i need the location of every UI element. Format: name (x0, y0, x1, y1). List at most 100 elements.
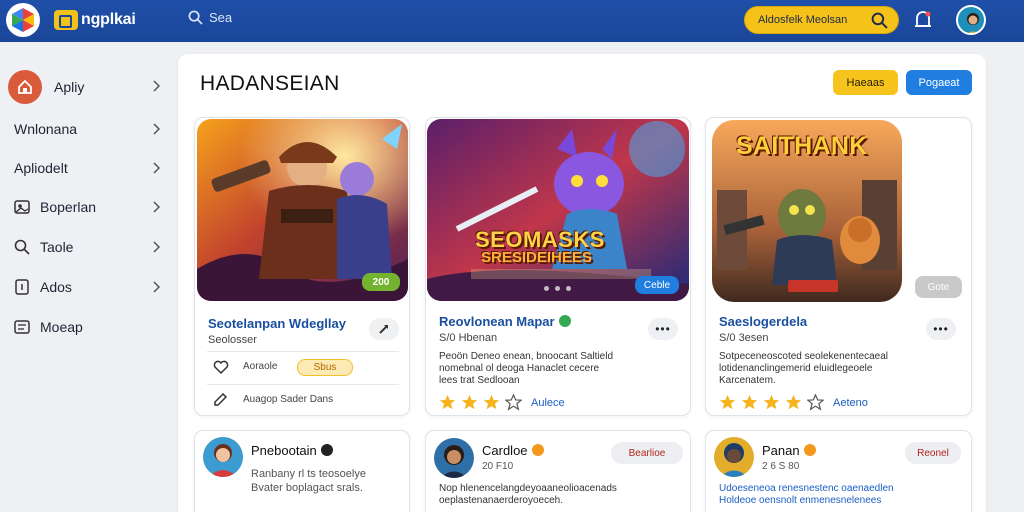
desc-line: oeplastenanaerderoyoeceh. (439, 495, 563, 506)
chevron-right-icon (153, 162, 160, 174)
sidebar-item-label: Ados (40, 279, 72, 295)
primary-yellow-button[interactable]: Haeaas (833, 70, 898, 95)
rating-label: Aulece (531, 396, 565, 409)
star-icon (483, 394, 500, 410)
follow-button[interactable]: Bearlioe (611, 442, 683, 464)
game-description: Peoön Deneo enean, bnoocant Saltield nom… (439, 351, 679, 387)
sidebar-item-apliodelt[interactable]: Apliodelt (14, 150, 166, 186)
chevron-right-icon (153, 241, 160, 253)
search-icon[interactable] (871, 12, 888, 29)
game-title[interactable]: Saeslogerdela (719, 314, 807, 329)
search-pill-text: Aldosfelk Meolsan (758, 14, 848, 26)
search-icon (14, 239, 30, 255)
edit-icon[interactable] (212, 392, 228, 408)
chevron-right-icon (153, 201, 160, 213)
sidebar-item-moeap[interactable]: Moeap (13, 309, 166, 345)
star-icon (719, 394, 736, 410)
sidebar-item-label: Taole (40, 239, 74, 255)
sidebar-item-wnlonana[interactable]: Wnlonana (14, 111, 166, 147)
tag[interactable]: Sbus (297, 359, 353, 376)
user-card[interactable]: Pnebootain Ranbany rl ts teosoelye Bvate… (194, 430, 410, 512)
brand-mark-icon (54, 10, 78, 30)
game-card[interactable]: SAITHANK Gote Saeslogerdela S/0 3esen ••… (705, 117, 972, 416)
sidebar: Apliy Wnlonana Apliodelt Boperlan Taole … (0, 42, 172, 512)
game-art[interactable]: SEOMASKS SRESIDEIHEES Ceble (427, 119, 689, 301)
game-badge: 200 (362, 273, 400, 291)
user-name[interactable]: Panan (762, 443, 816, 458)
desc-line: Karcenatem. (719, 375, 776, 386)
chevron-right-icon (153, 123, 160, 135)
notification-icon[interactable] (912, 9, 934, 31)
user-avatar[interactable] (956, 5, 986, 35)
user-name[interactable]: Pnebootain (251, 443, 333, 458)
bio-line: Ranbany rl ts teosoelye (251, 468, 366, 480)
game-card[interactable]: SEOMASKS SRESIDEIHEES Ceble Reovlonean M… (425, 117, 691, 416)
desc-line: Sotpeceneoscoted seolekenentecaeal (719, 351, 889, 362)
chevron-right-icon (153, 281, 160, 293)
game-card[interactable]: 200 Seotelanpan Wdegllay Seolosser Aorao… (194, 117, 410, 416)
verified-icon (531, 444, 544, 456)
top-bar: ngplkai Sea Aldosfelk Meolsan (0, 0, 1024, 42)
sidebar-item-label: Wnlonana (14, 121, 78, 137)
desc-line: nomebnal ol deoga Hanaclet cecere (439, 363, 600, 374)
desc-line: Nop hlenencelangdeyoaaneolioacenads (439, 483, 617, 494)
heart-icon[interactable] (213, 359, 229, 375)
top-search[interactable]: Sea (188, 10, 232, 25)
avatar[interactable] (714, 437, 754, 477)
gallery-icon (14, 200, 30, 214)
brand[interactable]: ngplkai (54, 10, 136, 30)
divider (207, 351, 399, 352)
star-icon (439, 394, 456, 410)
game-art[interactable]: SAITHANK (712, 120, 902, 302)
user-name[interactable]: Cardloe (482, 443, 544, 458)
desc-line: Udoeseneoa renesnestenc oaenaedlen (719, 483, 894, 494)
sidebar-item-label: Moeap (40, 319, 83, 335)
user-card[interactable]: Panan 2 6 S 80 Reonel Udoeseneoa renesne… (705, 430, 972, 512)
art-title: SAITHANK (736, 132, 868, 160)
sidebar-item-label: Boperlan (40, 199, 97, 215)
user-description: Nop hlenencelangdeyoaaneolioacenads oepl… (439, 483, 684, 507)
art-title: SRESIDEIHEES (481, 249, 592, 266)
game-title[interactable]: Reovlonean Mapar (439, 314, 571, 329)
verified-icon (320, 444, 333, 456)
card-row-label: Auagop Sader Dans (243, 394, 334, 405)
star-icon (741, 394, 758, 410)
desc-line: Peoön Deneo enean, bnoocant Saltield (439, 351, 614, 362)
carousel-dots[interactable] (544, 286, 571, 291)
star-outline-icon (505, 394, 522, 411)
sidebar-item-apliy[interactable]: Apliy (8, 68, 166, 106)
bio-line: Bvater boplagact srals. (251, 482, 363, 494)
avatar[interactable] (203, 437, 243, 477)
more-options-icon[interactable]: ••• (648, 318, 678, 340)
app-logo-icon[interactable] (6, 3, 40, 37)
divider (207, 384, 399, 385)
primary-blue-button[interactable]: Pogaeat (906, 70, 972, 95)
game-subtitle: Seolosser (208, 334, 257, 346)
user-card[interactable]: Cardloe 20 F10 Bearlioe Nop hlenencelang… (425, 430, 691, 512)
search-input[interactable]: Aldosfelk Meolsan (744, 6, 899, 34)
sidebar-item-label: Apliodelt (14, 160, 68, 176)
game-badge: Gote (915, 276, 962, 298)
chevron-right-icon (153, 80, 160, 92)
search-icon (188, 10, 203, 25)
main-panel: HADANSEIAN Haeaas Pogaeat 200 Seotelanpa… (178, 54, 986, 512)
verified-icon (803, 444, 816, 456)
verified-icon (558, 315, 571, 327)
game-title[interactable]: Seotelanpan Wdegllay (208, 316, 346, 331)
more-options-icon[interactable]: ••• (926, 318, 956, 340)
sidebar-item-ados[interactable]: Ados (13, 269, 166, 305)
follow-button[interactable]: Reonel (905, 442, 961, 464)
sidebar-item-boperlan[interactable]: Boperlan (13, 189, 166, 225)
rating-label: Aeteno (833, 396, 868, 409)
user-meta: 20 F10 (482, 461, 514, 472)
user-meta: 2 6 S 80 (762, 461, 800, 472)
avatar[interactable] (434, 438, 474, 478)
star-rating[interactable]: Aulece (439, 394, 565, 411)
game-badge: Ceble (635, 276, 679, 294)
star-icon (461, 394, 478, 410)
share-icon[interactable] (369, 318, 399, 340)
sidebar-item-taole[interactable]: Taole (13, 229, 166, 265)
star-rating[interactable]: Aeteno (719, 394, 868, 411)
user-bio: Ranbany rl ts teosoelye Bvater boplagact… (251, 467, 366, 495)
game-art[interactable]: 200 (197, 119, 408, 301)
